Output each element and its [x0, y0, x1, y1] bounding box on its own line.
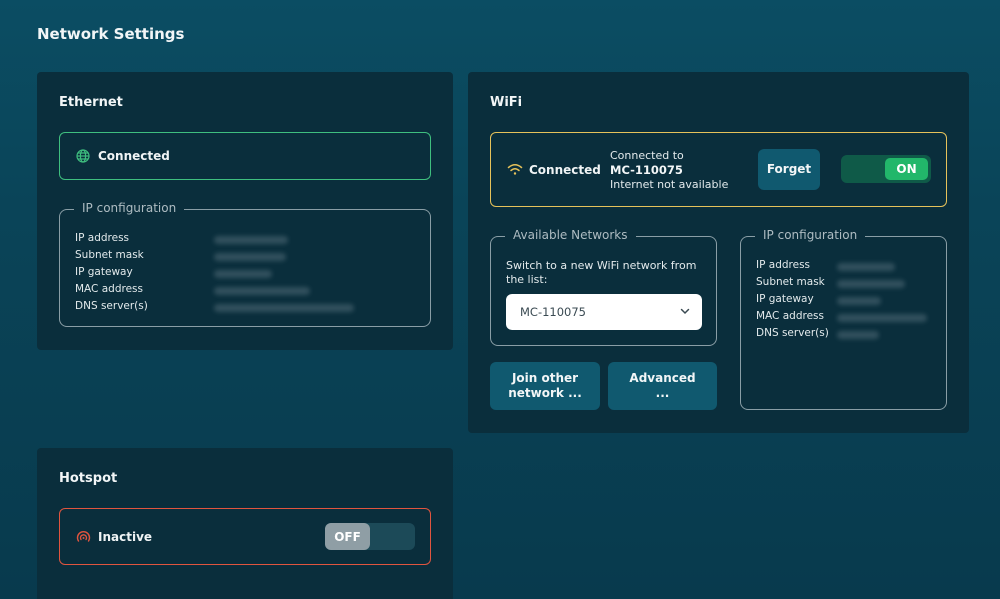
wifi-mac-address-row: MAC address — [756, 310, 824, 322]
ethernet-dns-value — [214, 304, 354, 312]
ethernet-ip-gateway-row: IP gateway — [75, 266, 133, 278]
hotspot-icon — [76, 530, 91, 543]
ethernet-ip-config: IP configuration IP address Subnet mask … — [59, 201, 431, 327]
wifi-mac-address-label: MAC address — [756, 310, 824, 322]
ethernet-ip-gateway-label: IP gateway — [75, 266, 133, 278]
hotspot-toggle-knob: OFF — [325, 523, 370, 550]
advanced-button[interactable]: Advanced ... — [608, 362, 717, 410]
wifi-ip-address-row: IP address — [756, 259, 810, 271]
wifi-subnet-mask-value — [837, 280, 905, 288]
wifi-internet-status: Internet not available — [610, 178, 729, 191]
wifi-ip-config: IP configuration IP address Subnet mask … — [740, 228, 947, 410]
wifi-dns-label: DNS server(s) — [756, 327, 829, 339]
wifi-ip-gateway-row: IP gateway — [756, 293, 814, 305]
hotspot-status-box: Inactive OFF — [59, 508, 431, 565]
hotspot-status-text: Inactive — [98, 529, 153, 544]
globe-icon — [76, 149, 90, 163]
wifi-connected-to-label: Connected to — [610, 149, 684, 162]
network-select-value: MC-110075 — [520, 305, 587, 319]
network-select[interactable]: MC-110075 — [506, 294, 702, 330]
ethernet-status-text: Connected — [98, 149, 170, 163]
ethernet-ip-address-value — [214, 236, 288, 244]
wifi-ip-gateway-value — [837, 297, 881, 305]
available-networks-group: Available Networks Switch to a new WiFi … — [490, 228, 717, 346]
ethernet-subnet-mask-value — [214, 253, 286, 261]
forget-button[interactable]: Forget — [758, 149, 820, 190]
available-networks-legend: Available Networks — [505, 228, 636, 242]
wifi-ip-address-label: IP address — [756, 259, 811, 271]
ethernet-ip-address-label: IP address — [75, 232, 130, 244]
wifi-ip-address-value — [837, 263, 895, 271]
wifi-title: WiFi — [490, 95, 523, 110]
wifi-toggle-knob: ON — [885, 158, 928, 180]
ethernet-status-box: Connected — [59, 132, 431, 180]
ethernet-title: Ethernet — [59, 95, 123, 110]
wifi-network-name: MC-110075 — [610, 163, 683, 177]
wifi-toggle[interactable]: ON — [841, 155, 931, 183]
hotspot-title: Hotspot — [59, 471, 118, 486]
join-other-network-button[interactable]: Join other network ... — [490, 362, 600, 410]
ethernet-mac-address-label: MAC address — [75, 283, 143, 295]
wifi-status-box: Connected Connected to MC-110075 Interne… — [490, 132, 947, 207]
ethernet-card: Ethernet Connected IP configuration IP a… — [37, 72, 453, 350]
wifi-subnet-mask-label: Subnet mask — [756, 276, 825, 288]
wifi-subnet-mask-row: Subnet mask — [756, 276, 825, 288]
wifi-ip-config-legend: IP configuration — [755, 228, 866, 242]
wifi-icon — [507, 163, 523, 176]
wifi-dns-row: DNS server(s) — [756, 327, 829, 339]
ethernet-subnet-mask-row: Subnet mask — [75, 249, 144, 261]
ethernet-ip-config-legend: IP configuration — [74, 201, 185, 215]
ethernet-subnet-mask-label: Subnet mask — [75, 249, 144, 261]
ethernet-mac-address-row: MAC address — [75, 283, 143, 295]
ethernet-dns-label: DNS server(s) — [75, 300, 148, 312]
ethernet-ip-address-row: IP address — [75, 232, 129, 244]
wifi-card: WiFi Connected Connected to MC-110075 In… — [468, 72, 969, 433]
ethernet-dns-row: DNS server(s) — [75, 300, 148, 312]
hotspot-toggle[interactable]: OFF — [325, 523, 415, 550]
wifi-mac-address-value — [837, 314, 927, 322]
hotspot-card: Hotspot Inactive OFF — [37, 448, 453, 599]
ethernet-mac-address-value — [214, 287, 310, 295]
available-networks-instruction: Switch to a new WiFi network from the li… — [506, 259, 697, 286]
wifi-ip-gateway-label: IP gateway — [756, 293, 814, 305]
wifi-status-text: Connected — [529, 163, 601, 177]
page-title: Network Settings — [37, 25, 185, 43]
wifi-dns-value — [837, 331, 879, 339]
chevron-down-icon — [680, 308, 690, 315]
ethernet-ip-gateway-value — [214, 270, 272, 278]
